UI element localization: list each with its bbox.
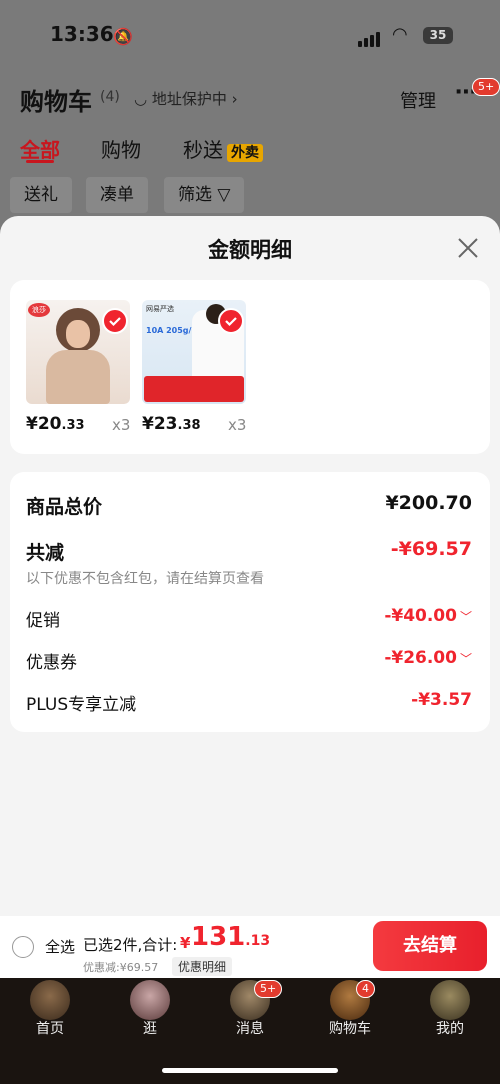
status-time: 13:36 (50, 22, 114, 46)
brand-logo-2: 网易严选 (146, 305, 174, 313)
checked-icon[interactable] (102, 308, 128, 334)
tab-instant[interactable]: 秒送 外卖 (183, 134, 263, 163)
page-title: 购物车 (20, 88, 92, 116)
checkout-bar: 全选 已选2件,合计: ¥ 131.13 优惠减:¥69.57 优惠明细 去结算 (0, 916, 500, 978)
filter-gift[interactable]: 送礼 (10, 177, 72, 213)
mute-icon: 🔕 (113, 27, 133, 46)
sheet-title: 金额明细 (208, 238, 292, 262)
home-icon (30, 980, 70, 1020)
filter-bundle[interactable]: 凑单 (86, 177, 148, 213)
profile-icon (430, 980, 470, 1020)
tab-indicator (26, 160, 54, 163)
cart-badge: 4 (356, 980, 375, 998)
close-icon[interactable] (456, 236, 480, 260)
model-face (66, 320, 90, 348)
brand-logo-1: 浪莎 (28, 303, 50, 317)
tab-all[interactable]: 全部 (20, 134, 60, 163)
select-all-label[interactable]: 全选 (45, 936, 75, 957)
plus-label: PLUS专享立减 (26, 695, 137, 715)
summary-card: 商品总价 ¥200.70 共减 -¥69.57 以下优惠不包含红包，请在结算页查… (10, 472, 490, 732)
product-garment (46, 350, 110, 404)
browse-icon (130, 980, 170, 1020)
tab-home[interactable]: 首页 (0, 978, 100, 1048)
select-all-radio[interactable] (12, 936, 34, 958)
tab-label: 首页 (36, 1021, 64, 1037)
messages-badge: 5+ (254, 980, 283, 998)
tab-shopping[interactable]: 购物 (101, 134, 141, 163)
promo-value[interactable]: -¥40.00 ﹀ (384, 606, 472, 626)
reduce-value: -¥69.57 (390, 538, 472, 560)
product-qty-2: x3 (228, 416, 247, 434)
discount-detail-button[interactable]: 优惠明细 (172, 957, 233, 976)
product-card: 浪莎 ¥20.33 x3 网易严选 10A 205g/m² ¥23.38 x3 (10, 280, 490, 454)
discount-amount: 优惠减:¥69.57 (83, 961, 159, 974)
wifi-icon: ◠ (392, 24, 408, 45)
plus-value: -¥3.57 (411, 690, 472, 710)
tab-browse[interactable]: 逛 (100, 978, 200, 1048)
filter-button[interactable]: 筛选 ▽ (164, 177, 245, 213)
address-protection[interactable]: ◡ 地址保护中 › (134, 88, 238, 109)
coupon-value[interactable]: -¥26.00 ﹀ (384, 648, 472, 668)
checkout-button[interactable]: 去结算 (373, 921, 487, 971)
tab-messages[interactable]: 消息 5+ (200, 978, 300, 1048)
cart-count: (4) (100, 89, 120, 105)
selected-summary: 已选2件,合计: (83, 936, 178, 954)
total-amount: 131.13 (191, 922, 271, 952)
total-label: 商品总价 (26, 496, 103, 518)
promo-strip (144, 376, 244, 402)
manage-button[interactable]: 管理 (400, 87, 436, 113)
tab-label: 我的 (436, 1021, 464, 1037)
total-value: ¥200.70 (385, 492, 472, 514)
waimai-tag: 外卖 (227, 144, 263, 162)
coupon-label: 优惠券 (26, 653, 77, 673)
signal-icon (358, 28, 382, 47)
battery-icon: 35 (423, 27, 453, 44)
product-price-1: ¥20.33 (26, 414, 85, 434)
discount-note: 以下优惠不包含红包，请在结算页查看 (26, 571, 264, 587)
chevron-down-icon: ﹀ (459, 610, 472, 624)
promo-label: 促销 (26, 611, 60, 631)
tab-label: 逛 (143, 1021, 157, 1037)
product-price-2: ¥23.38 (142, 414, 201, 434)
tab-cart[interactable]: 购物车 4 (300, 978, 400, 1048)
tab-mine[interactable]: 我的 (400, 978, 500, 1048)
tab-label: 消息 (236, 1021, 264, 1037)
more-badge: 5+ (472, 78, 500, 96)
tab-label: 购物车 (329, 1021, 371, 1037)
home-indicator (162, 1068, 338, 1073)
chevron-down-icon: ﹀ (459, 652, 472, 666)
reduce-label: 共减 (26, 542, 65, 564)
currency-symbol: ¥ (180, 934, 191, 952)
product-qty-1: x3 (112, 416, 131, 434)
checked-icon[interactable] (218, 308, 244, 334)
